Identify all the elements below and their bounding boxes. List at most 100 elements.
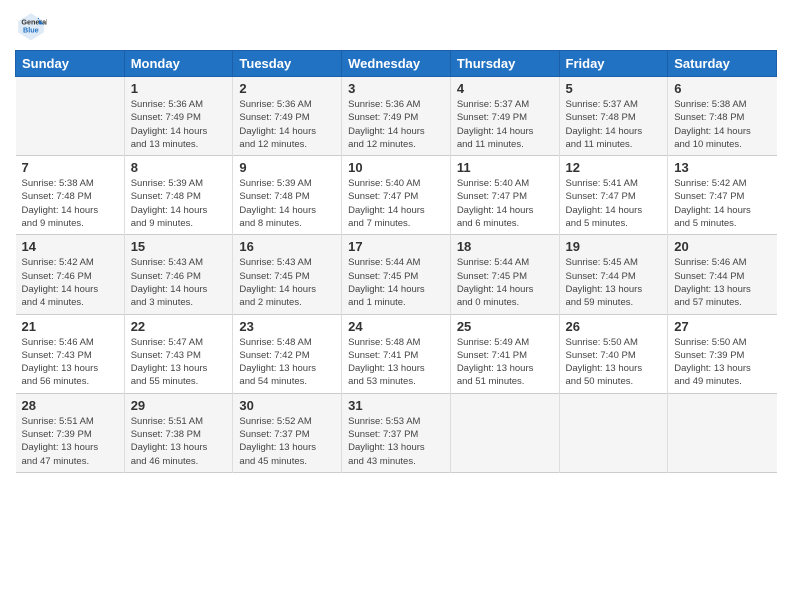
- day-number: 20: [674, 239, 770, 254]
- calendar-cell: 28 Sunrise: 5:51 AM Sunset: 7:39 PM Dayli…: [16, 393, 125, 472]
- calendar-table: SundayMondayTuesdayWednesdayThursdayFrid…: [15, 50, 777, 473]
- calendar-cell: [450, 393, 559, 472]
- col-monday: Monday: [124, 51, 233, 77]
- day-info: Sunrise: 5:44 AM Sunset: 7:45 PM Dayligh…: [457, 256, 553, 309]
- day-number: 19: [566, 239, 662, 254]
- day-number: 26: [566, 319, 662, 334]
- day-number: 7: [22, 160, 118, 175]
- day-number: 4: [457, 81, 553, 96]
- calendar-cell: 21 Sunrise: 5:46 AM Sunset: 7:43 PM Dayli…: [16, 314, 125, 393]
- day-info: Sunrise: 5:40 AM Sunset: 7:47 PM Dayligh…: [348, 177, 444, 230]
- col-friday: Friday: [559, 51, 668, 77]
- logo-icon: General Blue: [15, 10, 47, 42]
- day-number: 31: [348, 398, 444, 413]
- day-info: Sunrise: 5:51 AM Sunset: 7:38 PM Dayligh…: [131, 415, 227, 468]
- calendar-cell: 23 Sunrise: 5:48 AM Sunset: 7:42 PM Dayli…: [233, 314, 342, 393]
- day-info: Sunrise: 5:42 AM Sunset: 7:46 PM Dayligh…: [22, 256, 118, 309]
- calendar-cell: 30Sunrise: 5:52 AM Sunset: 7:37 PM Dayli…: [233, 393, 342, 472]
- day-info: Sunrise: 5:38 AM Sunset: 7:48 PM Dayligh…: [22, 177, 118, 230]
- day-info: Sunrise: 5:51 AM Sunset: 7:39 PM Dayligh…: [22, 415, 118, 468]
- week-row-1: 1 Sunrise: 5:36 AM Sunset: 7:49 PM Daylig…: [16, 77, 777, 156]
- calendar-body: 1 Sunrise: 5:36 AM Sunset: 7:49 PM Daylig…: [16, 77, 777, 473]
- calendar-cell: 20 Sunrise: 5:46 AM Sunset: 7:44 PM Dayli…: [668, 235, 777, 314]
- day-info: Sunrise: 5:40 AM Sunset: 7:47 PM Dayligh…: [457, 177, 553, 230]
- col-tuesday: Tuesday: [233, 51, 342, 77]
- day-number: 18: [457, 239, 553, 254]
- calendar-cell: 17 Sunrise: 5:44 AM Sunset: 7:45 PM Dayli…: [342, 235, 451, 314]
- calendar-cell: 8 Sunrise: 5:39 AM Sunset: 7:48 PM Daylig…: [124, 156, 233, 235]
- day-number: 5: [566, 81, 662, 96]
- calendar-cell: 2 Sunrise: 5:36 AM Sunset: 7:49 PM Daylig…: [233, 77, 342, 156]
- day-number: 11: [457, 160, 553, 175]
- calendar-cell: [559, 393, 668, 472]
- calendar-cell: 27Sunrise: 5:50 AM Sunset: 7:39 PM Dayli…: [668, 314, 777, 393]
- day-info: Sunrise: 5:46 AM Sunset: 7:43 PM Dayligh…: [22, 336, 118, 389]
- calendar-cell: 7 Sunrise: 5:38 AM Sunset: 7:48 PM Daylig…: [16, 156, 125, 235]
- day-number: 8: [131, 160, 227, 175]
- header-row: SundayMondayTuesdayWednesdayThursdayFrid…: [16, 51, 777, 77]
- calendar-cell: 22 Sunrise: 5:47 AM Sunset: 7:43 PM Dayli…: [124, 314, 233, 393]
- day-info: Sunrise: 5:52 AM Sunset: 7:37 PM Dayligh…: [239, 415, 335, 468]
- calendar-cell: 29Sunrise: 5:51 AM Sunset: 7:38 PM Dayli…: [124, 393, 233, 472]
- week-row-5: 28 Sunrise: 5:51 AM Sunset: 7:39 PM Dayli…: [16, 393, 777, 472]
- calendar-cell: 14 Sunrise: 5:42 AM Sunset: 7:46 PM Dayli…: [16, 235, 125, 314]
- day-info: Sunrise: 5:48 AM Sunset: 7:42 PM Dayligh…: [239, 336, 335, 389]
- day-info: Sunrise: 5:37 AM Sunset: 7:48 PM Dayligh…: [566, 98, 662, 151]
- calendar-cell: 18 Sunrise: 5:44 AM Sunset: 7:45 PM Dayli…: [450, 235, 559, 314]
- calendar-cell: [668, 393, 777, 472]
- calendar-cell: 1 Sunrise: 5:36 AM Sunset: 7:49 PM Daylig…: [124, 77, 233, 156]
- calendar-cell: 3Sunrise: 5:36 AM Sunset: 7:49 PM Daylig…: [342, 77, 451, 156]
- day-info: Sunrise: 5:50 AM Sunset: 7:40 PM Dayligh…: [566, 336, 662, 389]
- logo: General Blue: [15, 10, 51, 42]
- calendar-cell: 4 Sunrise: 5:37 AM Sunset: 7:49 PM Daylig…: [450, 77, 559, 156]
- week-row-2: 7 Sunrise: 5:38 AM Sunset: 7:48 PM Daylig…: [16, 156, 777, 235]
- calendar-cell: 9 Sunrise: 5:39 AM Sunset: 7:48 PM Daylig…: [233, 156, 342, 235]
- col-wednesday: Wednesday: [342, 51, 451, 77]
- week-row-3: 14 Sunrise: 5:42 AM Sunset: 7:46 PM Dayli…: [16, 235, 777, 314]
- day-info: Sunrise: 5:49 AM Sunset: 7:41 PM Dayligh…: [457, 336, 553, 389]
- day-number: 15: [131, 239, 227, 254]
- day-info: Sunrise: 5:37 AM Sunset: 7:49 PM Dayligh…: [457, 98, 553, 151]
- day-number: 12: [566, 160, 662, 175]
- calendar-cell: 5 Sunrise: 5:37 AM Sunset: 7:48 PM Daylig…: [559, 77, 668, 156]
- day-info: Sunrise: 5:36 AM Sunset: 7:49 PM Dayligh…: [239, 98, 335, 151]
- day-info: Sunrise: 5:39 AM Sunset: 7:48 PM Dayligh…: [239, 177, 335, 230]
- calendar-cell: 10Sunrise: 5:40 AM Sunset: 7:47 PM Dayli…: [342, 156, 451, 235]
- day-info: Sunrise: 5:47 AM Sunset: 7:43 PM Dayligh…: [131, 336, 227, 389]
- day-info: Sunrise: 5:43 AM Sunset: 7:46 PM Dayligh…: [131, 256, 227, 309]
- day-info: Sunrise: 5:36 AM Sunset: 7:49 PM Dayligh…: [348, 98, 444, 151]
- day-info: Sunrise: 5:45 AM Sunset: 7:44 PM Dayligh…: [566, 256, 662, 309]
- day-number: 1: [131, 81, 227, 96]
- day-number: 22: [131, 319, 227, 334]
- day-number: 2: [239, 81, 335, 96]
- day-info: Sunrise: 5:36 AM Sunset: 7:49 PM Dayligh…: [131, 98, 227, 151]
- page: General Blue SundayMondayTuesdayWednesda…: [0, 0, 792, 612]
- day-info: Sunrise: 5:39 AM Sunset: 7:48 PM Dayligh…: [131, 177, 227, 230]
- day-number: 23: [239, 319, 335, 334]
- calendar-cell: 26 Sunrise: 5:50 AM Sunset: 7:40 PM Dayli…: [559, 314, 668, 393]
- svg-text:Blue: Blue: [23, 25, 39, 34]
- day-info: Sunrise: 5:48 AM Sunset: 7:41 PM Dayligh…: [348, 336, 444, 389]
- col-thursday: Thursday: [450, 51, 559, 77]
- day-info: Sunrise: 5:43 AM Sunset: 7:45 PM Dayligh…: [239, 256, 335, 309]
- day-info: Sunrise: 5:41 AM Sunset: 7:47 PM Dayligh…: [566, 177, 662, 230]
- calendar-cell: 24Sunrise: 5:48 AM Sunset: 7:41 PM Dayli…: [342, 314, 451, 393]
- calendar-cell: [16, 77, 125, 156]
- day-info: Sunrise: 5:44 AM Sunset: 7:45 PM Dayligh…: [348, 256, 444, 309]
- calendar-cell: 15 Sunrise: 5:43 AM Sunset: 7:46 PM Dayli…: [124, 235, 233, 314]
- calendar-cell: 31Sunrise: 5:53 AM Sunset: 7:37 PM Dayli…: [342, 393, 451, 472]
- day-number: 14: [22, 239, 118, 254]
- day-number: 17: [348, 239, 444, 254]
- calendar-cell: 12 Sunrise: 5:41 AM Sunset: 7:47 PM Dayli…: [559, 156, 668, 235]
- week-row-4: 21 Sunrise: 5:46 AM Sunset: 7:43 PM Dayli…: [16, 314, 777, 393]
- day-number: 28: [22, 398, 118, 413]
- day-info: Sunrise: 5:46 AM Sunset: 7:44 PM Dayligh…: [674, 256, 770, 309]
- day-number: 16: [239, 239, 335, 254]
- calendar-header: SundayMondayTuesdayWednesdayThursdayFrid…: [16, 51, 777, 77]
- day-number: 21: [22, 319, 118, 334]
- calendar-cell: 6Sunrise: 5:38 AM Sunset: 7:48 PM Daylig…: [668, 77, 777, 156]
- calendar-cell: 13Sunrise: 5:42 AM Sunset: 7:47 PM Dayli…: [668, 156, 777, 235]
- day-number: 9: [239, 160, 335, 175]
- col-sunday: Sunday: [16, 51, 125, 77]
- calendar-cell: 16 Sunrise: 5:43 AM Sunset: 7:45 PM Dayli…: [233, 235, 342, 314]
